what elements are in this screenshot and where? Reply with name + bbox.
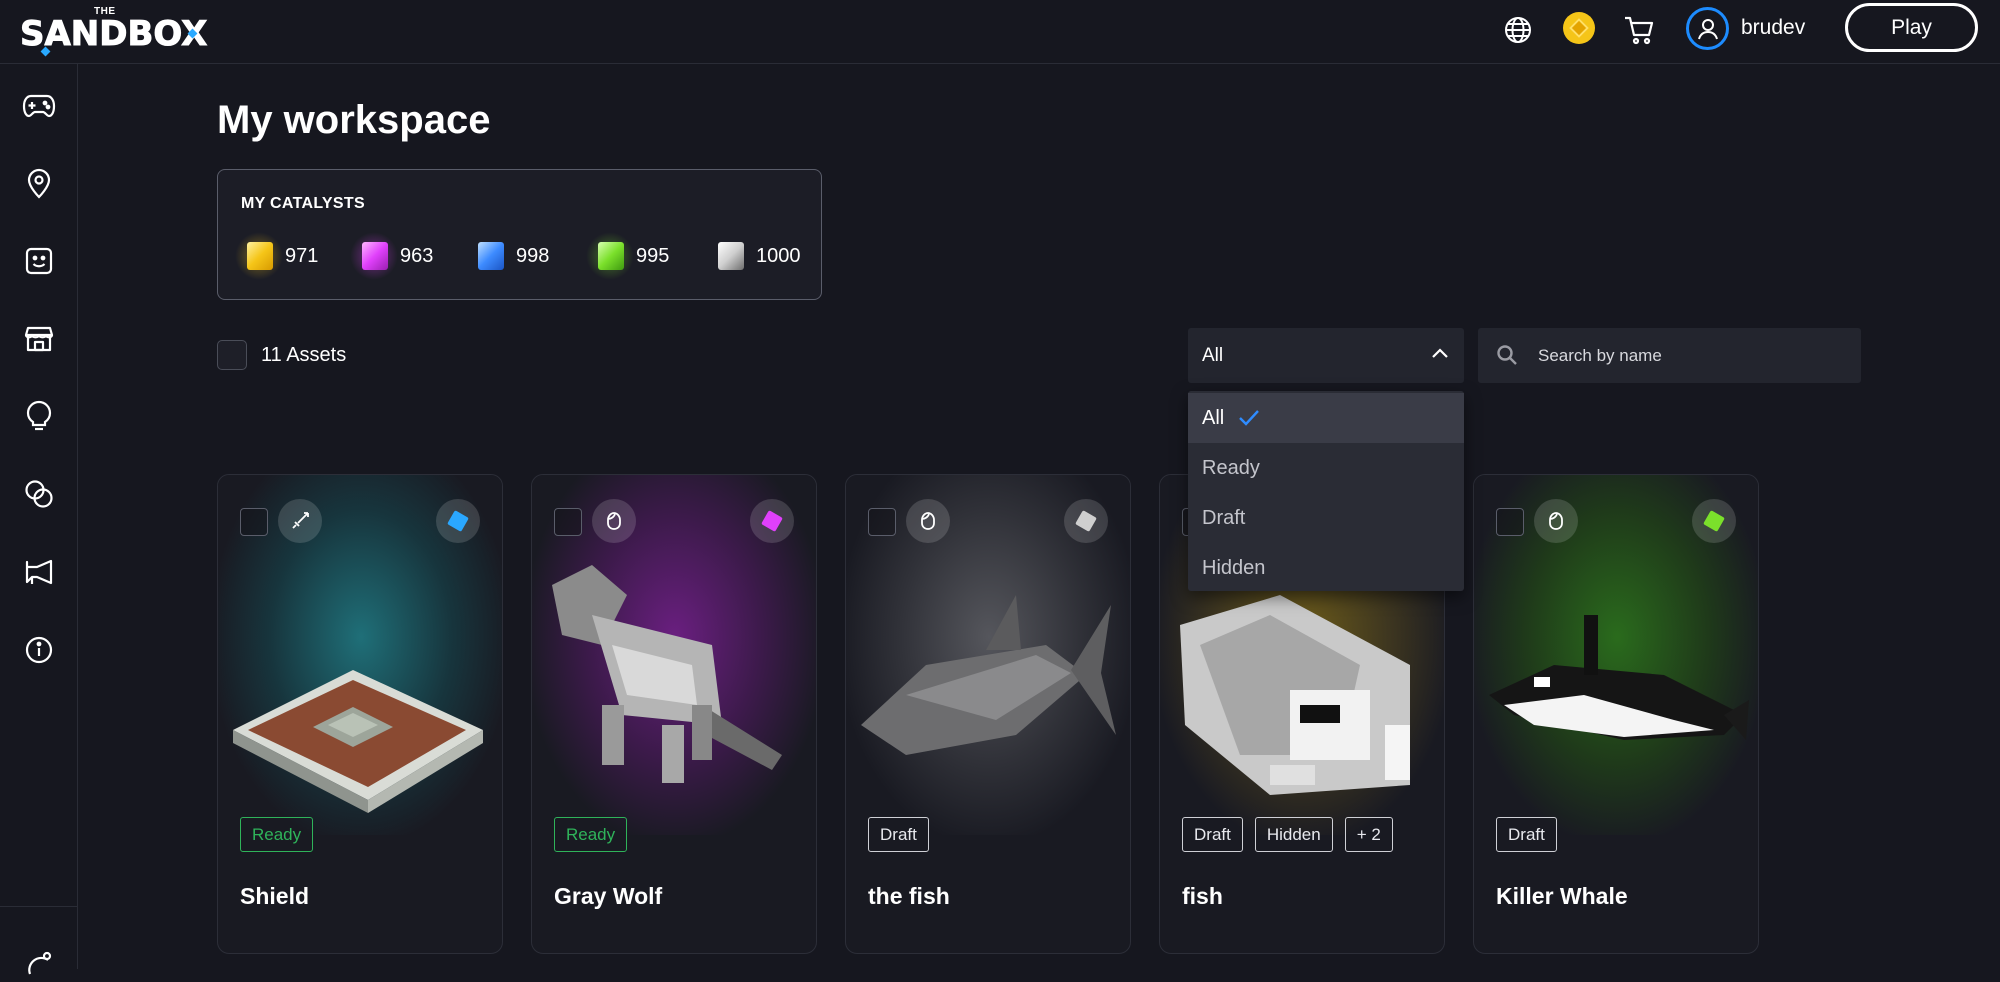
- sidebar-item-games[interactable]: [20, 87, 58, 125]
- sidebar: [0, 64, 78, 975]
- status-badge: Hidden: [1254, 817, 1333, 852]
- catalyst-common: 1000: [710, 232, 801, 280]
- status-badge: Draft: [1496, 817, 1557, 852]
- username[interactable]: brudev: [1741, 16, 1805, 40]
- shield-voxel-image: [233, 670, 483, 813]
- asset-checkbox[interactable]: [1496, 508, 1524, 536]
- asset-card-shield[interactable]: Ready Shield: [217, 474, 503, 954]
- sidebar-item-avatar[interactable]: [20, 242, 58, 280]
- status-filter-dropdown: All Ready Draft Hidden: [1188, 391, 1464, 591]
- sandbox-logo[interactable]: THE SANDBOX: [19, 6, 208, 57]
- status-badge: Ready: [240, 817, 314, 852]
- rarity-epic-icon: [750, 499, 794, 543]
- catalyst-count: 1000: [756, 244, 801, 267]
- asset-count: 11 Assets: [261, 344, 347, 366]
- sidebar-item-map[interactable]: [20, 164, 58, 202]
- catalyst-uncommon: 995: [586, 232, 670, 280]
- asset-card-the-fish[interactable]: Draft the fish: [845, 474, 1131, 954]
- more-tags-badge[interactable]: + 2: [1344, 817, 1393, 852]
- catalysts-label: MY CATALYSTS: [241, 195, 365, 212]
- asset-card-gray-wolf[interactable]: Ready Gray Wolf: [531, 474, 817, 954]
- legendary-catalyst-icon: [235, 232, 283, 280]
- uncommon-catalyst-icon: [586, 232, 634, 280]
- top-bar: THE SANDBOX brudev Play: [0, 0, 2000, 64]
- sidebar-item-shop[interactable]: [20, 320, 58, 358]
- killer-whale-voxel-image: [1489, 615, 1749, 740]
- filter-option-ready[interactable]: Ready: [1188, 443, 1464, 493]
- select-all-checkbox[interactable]: [217, 340, 247, 370]
- catalyst-rare: 998: [470, 232, 549, 280]
- catalyst-count: 971: [285, 244, 319, 267]
- avatar-head-icon: [592, 499, 636, 543]
- sidebar-item-info[interactable]: [20, 631, 58, 669]
- cart-icon[interactable]: [1621, 12, 1657, 48]
- fish-voxel-image: [1180, 595, 1410, 795]
- filter-option-hidden[interactable]: Hidden: [1188, 543, 1464, 593]
- asset-name: the fish: [868, 883, 950, 909]
- catalyst-epic: 963: [350, 232, 434, 280]
- gamepad-icon: [22, 94, 56, 118]
- info-icon: [25, 636, 53, 664]
- filter-option-label: Ready: [1202, 456, 1260, 479]
- asset-name: Shield: [240, 883, 310, 909]
- avatar-head-icon: [1534, 499, 1578, 543]
- page-title: My workspace: [217, 98, 491, 142]
- circles-icon: [25, 480, 53, 508]
- catalyst-count: 963: [400, 244, 434, 267]
- logo-wordmark: SANDBOX: [19, 14, 208, 55]
- status-badge: Draft: [868, 817, 929, 852]
- checkmark-icon: [1239, 410, 1260, 426]
- filter-option-label: Hidden: [1202, 556, 1266, 579]
- search-icon: [1497, 345, 1517, 365]
- asset-card-killer-whale[interactable]: Draft Killer Whale: [1473, 474, 1759, 954]
- filter-option-all[interactable]: All: [1188, 393, 1464, 443]
- catalysts-panel: MY CATALYSTS 971 963 998 995 1000: [217, 169, 822, 300]
- play-button[interactable]: Play: [1845, 3, 1978, 52]
- avatar-head-icon: [906, 499, 950, 543]
- sidebar-divider: [0, 906, 78, 907]
- search-box[interactable]: [1478, 328, 1861, 383]
- sidebar-item-community[interactable]: [20, 475, 58, 513]
- catalyst-count: 998: [516, 244, 550, 267]
- globe-icon[interactable]: [1500, 12, 1536, 48]
- asset-checkbox[interactable]: [868, 508, 896, 536]
- user-icon: [1697, 18, 1718, 39]
- settings-icon[interactable]: [20, 944, 58, 982]
- user-avatar[interactable]: [1686, 7, 1729, 50]
- catalyst-legendary: 971: [235, 232, 319, 280]
- search-input[interactable]: [1538, 328, 1848, 383]
- status-badge: Ready: [554, 817, 628, 852]
- sidebar-item-create[interactable]: [20, 397, 58, 435]
- epic-catalyst-icon: [350, 232, 398, 280]
- asset-name: Gray Wolf: [554, 883, 663, 909]
- rarity-rare-icon: [436, 499, 480, 543]
- status-filter-select[interactable]: All: [1188, 328, 1464, 383]
- filter-selected-value: All: [1202, 345, 1224, 366]
- common-catalyst-icon: [710, 236, 750, 276]
- asset-checkbox[interactable]: [554, 508, 582, 536]
- the-fish-voxel-image: [861, 595, 1116, 755]
- rarity-common-icon: [1064, 499, 1108, 543]
- chevron-up-icon: [1432, 348, 1448, 358]
- filter-option-draft[interactable]: Draft: [1188, 493, 1464, 543]
- map-pin-icon: [27, 168, 51, 199]
- filter-option-label: Draft: [1202, 506, 1246, 529]
- asset-name: fish: [1182, 883, 1223, 909]
- gray-wolf-voxel-image: [552, 565, 782, 783]
- sword-icon: [278, 499, 322, 543]
- smiley-icon: [25, 247, 53, 275]
- asset-name: Killer Whale: [1496, 883, 1628, 909]
- status-badge: Draft: [1182, 817, 1243, 852]
- rare-catalyst-icon: [470, 236, 510, 276]
- filter-option-label: All: [1202, 406, 1225, 429]
- lightbulb-icon: [26, 400, 52, 431]
- catalyst-count: 995: [636, 244, 670, 267]
- store-icon: [24, 326, 54, 352]
- megaphone-icon: [25, 559, 53, 585]
- rarity-uncommon-icon: [1692, 499, 1736, 543]
- sand-coin-icon[interactable]: [1563, 12, 1595, 44]
- sidebar-item-news[interactable]: [20, 553, 58, 591]
- asset-checkbox[interactable]: [240, 508, 268, 536]
